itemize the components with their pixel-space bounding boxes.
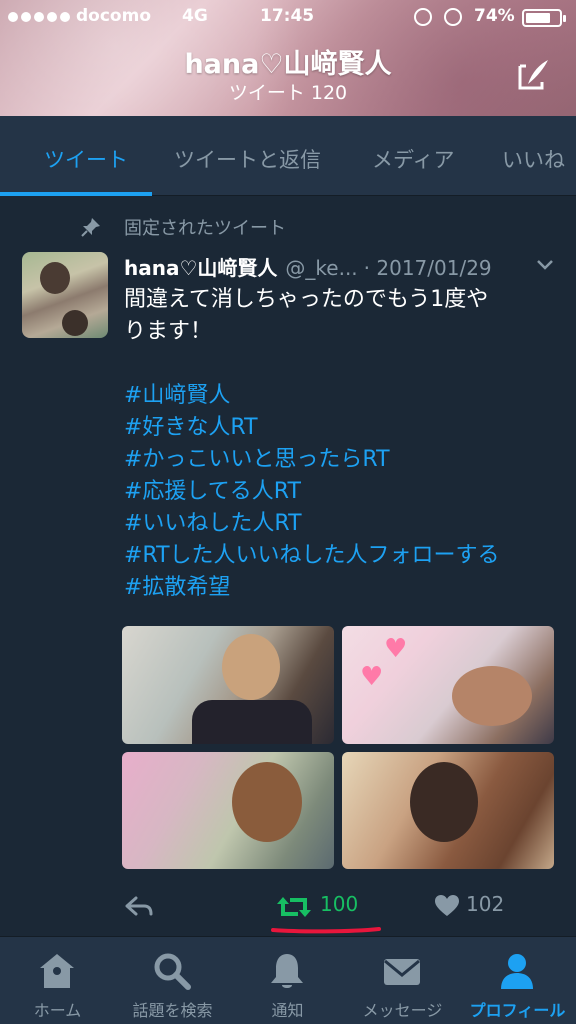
tweet-count: ツイート 120 [228, 82, 348, 104]
tab-likes[interactable]: いいね [502, 144, 565, 174]
carrier-name: docomo [76, 6, 151, 26]
tweet-author-handle: @_ke... [285, 256, 358, 280]
tweet-text: 間違えて消しちゃったのでもう1度や ります！ #山﨑賢人 #好きな人RT #かっ… [124, 284, 564, 604]
tweet-text-line: ります！ [124, 319, 213, 344]
heart-sticker-icon: ♥ [360, 662, 384, 692]
compose-icon[interactable] [514, 56, 552, 94]
tab-notifications[interactable]: 通知 [230, 937, 345, 1024]
tweet-photo[interactable] [122, 752, 334, 869]
tab-home[interactable]: ホーム [0, 937, 115, 1024]
tweet-date: · 2017/01/29 [363, 256, 492, 280]
alarm-icon [444, 8, 462, 26]
tab-label: 通知 [271, 1001, 304, 1020]
active-tab-indicator [0, 192, 152, 196]
battery-percent: 74% [474, 6, 515, 26]
signal-strength-icon [8, 12, 70, 22]
rotation-lock-icon [414, 8, 432, 26]
tweet-photo[interactable] [122, 626, 334, 744]
heart-icon[interactable] [434, 894, 460, 918]
like-count: 102 [466, 892, 505, 916]
tweet-photo[interactable] [342, 752, 554, 869]
tab-tweets-and-replies[interactable]: ツイートと返信 [174, 144, 321, 174]
retweet-icon[interactable] [276, 894, 312, 920]
tweet-photo[interactable]: ♥ ♥ [342, 626, 554, 744]
hashtag-link[interactable]: #かっこいいと思ったらRT [124, 444, 564, 476]
tab-label: プロフィール [469, 1001, 566, 1020]
tab-messages[interactable]: メッセージ [345, 937, 460, 1024]
bell-icon [271, 954, 303, 988]
chevron-down-icon[interactable] [536, 258, 554, 272]
profile-tabs: ツイート ツイートと返信 メディア いいね [0, 116, 576, 196]
tab-label: メッセージ [362, 1001, 443, 1020]
bottom-tab-bar: ホーム 話題を検索 通知 メッセージ プロフィール [0, 936, 576, 1024]
status-bar: docomo 4G 17:45 74% [0, 6, 576, 32]
tab-profile[interactable]: プロフィール [460, 937, 575, 1024]
mail-icon [384, 959, 420, 985]
tweet-media-grid: ♥ ♥ [122, 626, 554, 869]
tweet-actions: 100 102 [0, 890, 576, 926]
tab-label: ホーム [33, 1001, 82, 1020]
network-type: 4G [182, 6, 208, 26]
hashtag-link[interactable]: #いいねした人RT [124, 508, 564, 540]
hashtag-link[interactable]: #RTした人いいねした人フォローする [124, 540, 564, 572]
tab-label: 話題を検索 [132, 1001, 213, 1020]
pinned-label: 固定されたツイート [124, 218, 286, 239]
hashtag-link[interactable]: #拡散希望 [124, 572, 564, 604]
tweet-author-name[interactable]: hana♡山﨑賢人 [124, 256, 277, 280]
battery-icon [522, 9, 566, 27]
tweet-text-line: 間違えて消しちゃったのでもう1度や [124, 287, 489, 312]
home-icon [40, 954, 74, 988]
tab-media[interactable]: メディア [372, 144, 455, 174]
heart-sticker-icon: ♥ [384, 634, 408, 664]
hashtag-link[interactable]: #山﨑賢人 [124, 380, 564, 412]
search-icon [154, 953, 191, 990]
hashtag-link[interactable]: #好きな人RT [124, 412, 564, 444]
tweet-header: hana♡山﨑賢人 @_ke... · 2017/01/29 [124, 252, 492, 281]
reply-icon[interactable] [124, 894, 154, 918]
person-icon [501, 954, 533, 989]
profile-header: docomo 4G 17:45 74% hana♡山﨑賢人 ツイート 120 [0, 0, 576, 116]
retweet-count: 100 [320, 892, 359, 916]
avatar[interactable] [22, 252, 108, 338]
tab-search[interactable]: 話題を検索 [115, 937, 230, 1024]
status-time: 17:45 [260, 6, 315, 26]
annotation-underline [271, 927, 381, 934]
hashtag-link[interactable]: #応援してる人RT [124, 476, 564, 508]
profile-name: hana♡山﨑賢人 [184, 49, 392, 80]
pin-icon [81, 218, 100, 237]
tab-tweets[interactable]: ツイート [44, 144, 128, 174]
